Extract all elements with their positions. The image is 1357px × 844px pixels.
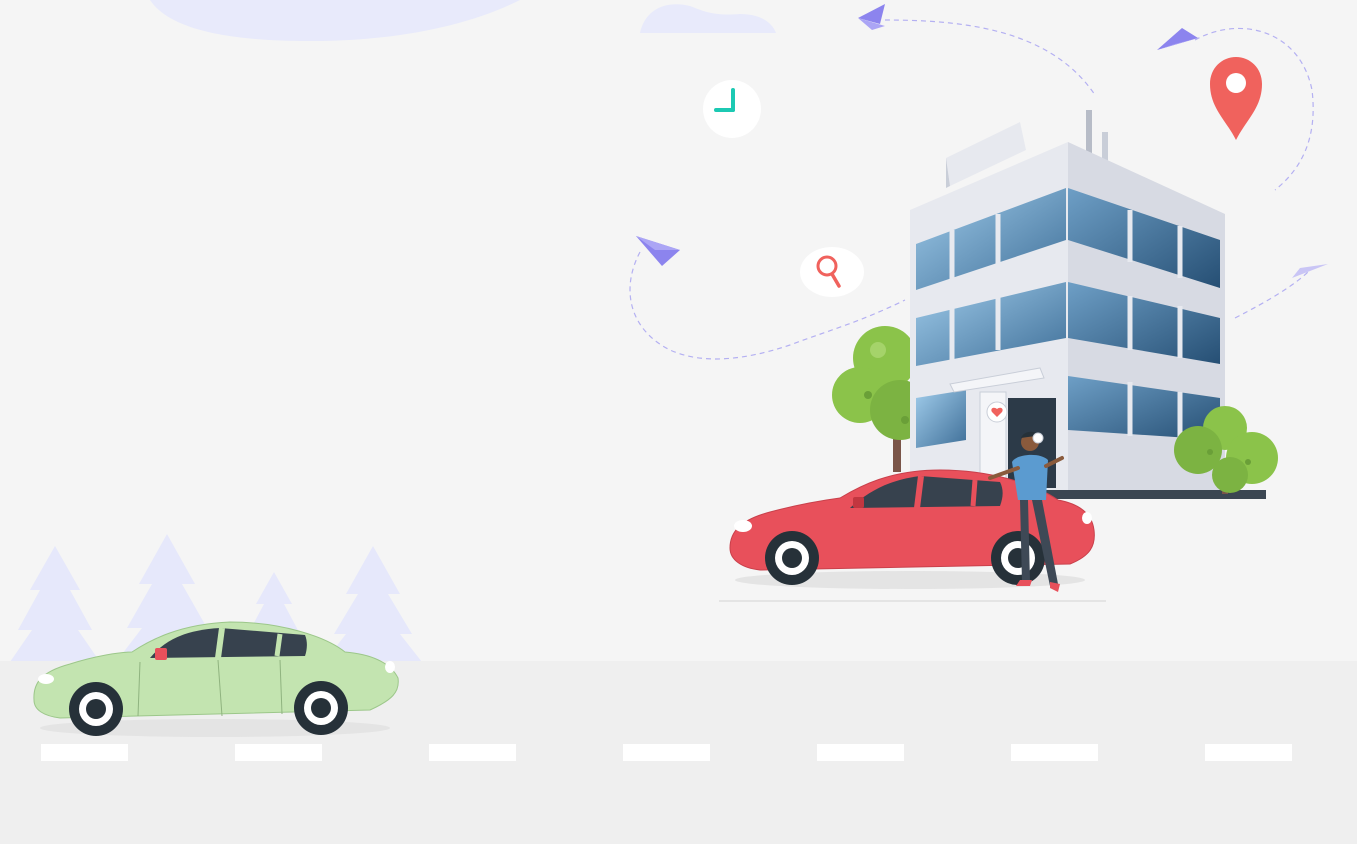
map-pin-icon: [1210, 57, 1262, 140]
search-icon: [800, 247, 864, 297]
cloud-top-center: [640, 4, 776, 33]
paper-plane-icon: [858, 4, 885, 30]
clock-icon: [703, 80, 761, 138]
paper-plane-icon: [1157, 28, 1198, 50]
illustration-canvas: [0, 0, 1357, 844]
paper-plane-icon: [1292, 264, 1328, 278]
paper-plane-icon: [636, 236, 680, 266]
delivery-illustration-scene: [0, 0, 1357, 844]
cloud-top-left: [150, 0, 520, 42]
